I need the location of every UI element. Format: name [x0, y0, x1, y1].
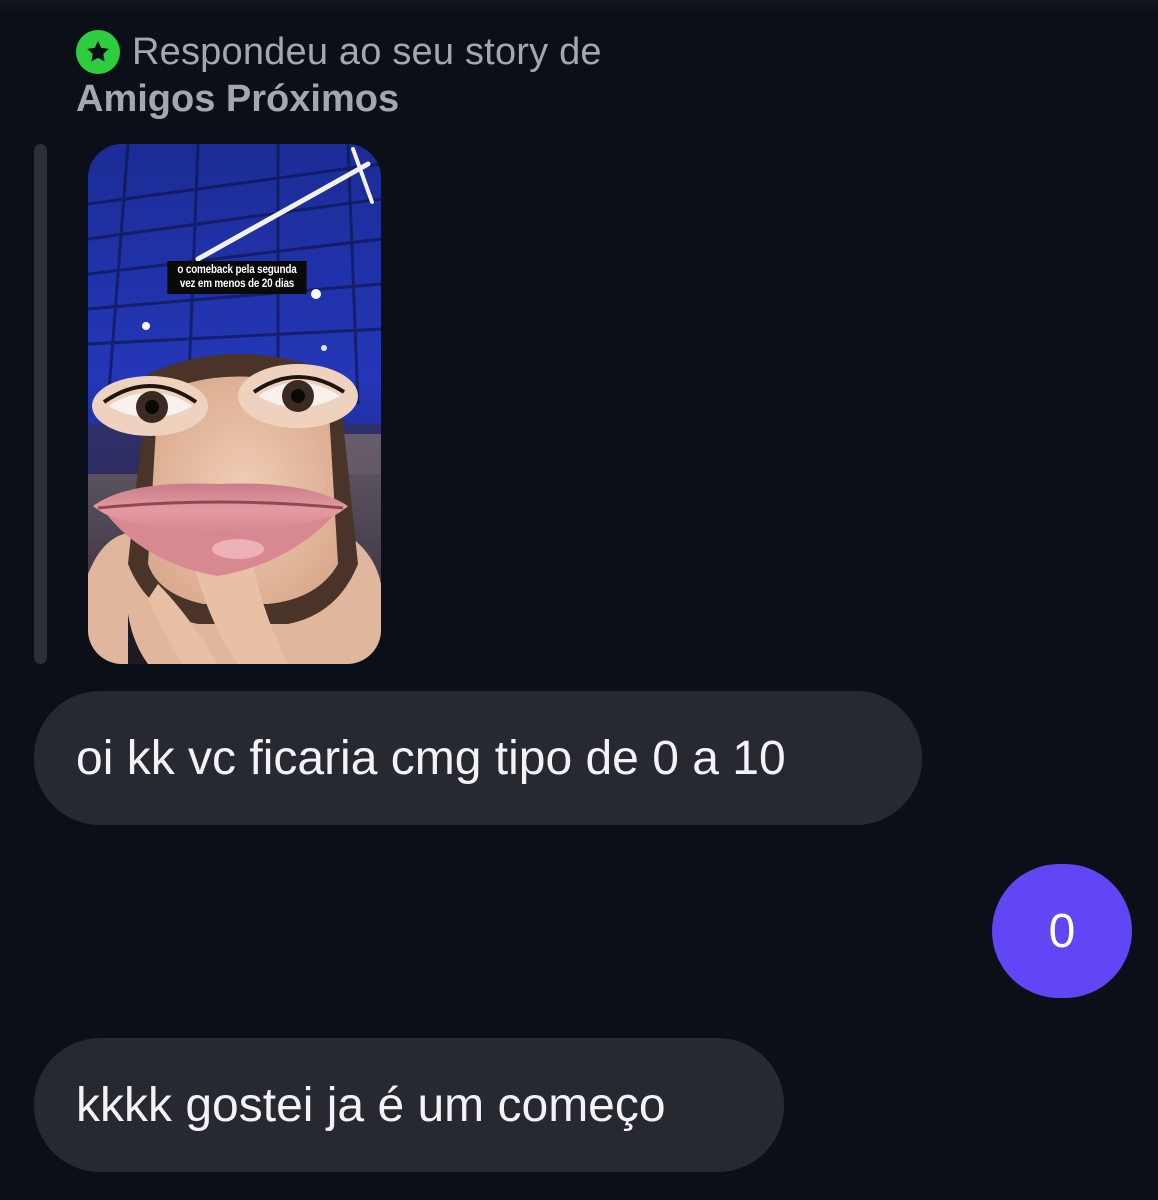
message-text: 0: [1048, 904, 1076, 958]
outgoing-message-bubble[interactable]: 0: [992, 864, 1132, 998]
close-friends-badge: [76, 30, 120, 74]
star-icon: [87, 41, 109, 62]
incoming-message-bubble[interactable]: kkkk gostei ja é um começo: [34, 1038, 784, 1172]
story-image: [88, 144, 381, 664]
reply-quote-bar: [34, 144, 47, 664]
story-reply-prefix: Respondeu ao seu story de: [132, 30, 602, 73]
story-thumbnail[interactable]: o comeback pela segunda vez em menos de …: [88, 144, 381, 664]
story-reply-line: Respondeu ao seu story de: [76, 28, 776, 76]
story-caption: o comeback pela segunda vez em menos de …: [167, 261, 307, 294]
story-reply-header: Respondeu ao seu story de Amigos Próximo…: [76, 28, 776, 121]
message-text: kkkk gostei ja é um começo: [76, 1078, 666, 1132]
incoming-message-bubble[interactable]: oi kk vc ficaria cmg tipo de 0 a 10: [34, 691, 922, 825]
top-edge: [0, 0, 1158, 14]
message-text: oi kk vc ficaria cmg tipo de 0 a 10: [76, 731, 786, 785]
close-friends-label: Amigos Próximos: [76, 78, 400, 120]
